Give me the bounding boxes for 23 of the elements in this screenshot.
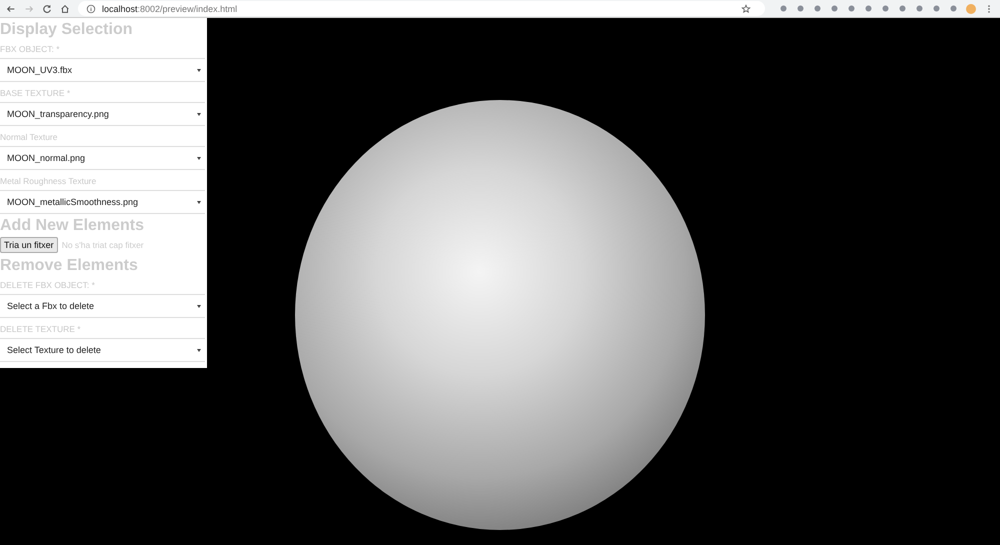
dropdown[interactable]: MOON_transparency.png — [0, 102, 205, 126]
dropdown[interactable]: Select Texture to delete — [0, 338, 205, 362]
info-icon[interactable] — [86, 4, 96, 14]
dropdown[interactable]: MOON_normal.png — [0, 146, 205, 170]
dropdown[interactable]: MOON_UV3.fbx — [0, 58, 205, 82]
dropdown-arrow-icon — [197, 348, 201, 352]
dropdown-arrow-icon — [197, 304, 201, 308]
dropdown-arrow-icon — [197, 68, 201, 72]
dropdown-arrow-icon — [197, 156, 201, 160]
dropdown-arrow-icon — [197, 112, 201, 116]
dropdown-arrow-icon — [197, 200, 201, 204]
url-path: :8002/preview/index.html — [138, 4, 238, 14]
avatar-icon[interactable] — [966, 4, 976, 14]
url-host: localhost — [102, 4, 138, 14]
choose-file-button[interactable]: Tria un fitxer — [0, 237, 58, 253]
address-bar[interactable]: localhost:8002/preview/index.html — [78, 1, 765, 16]
reload-icon[interactable] — [42, 4, 52, 14]
home-icon[interactable] — [60, 4, 70, 14]
back-icon[interactable] — [6, 4, 16, 14]
star-icon[interactable] — [741, 4, 751, 14]
dropdown[interactable]: Select a Fbx to delete — [0, 294, 205, 318]
forward-icon[interactable] — [24, 4, 34, 14]
dropdown[interactable]: MOON_metallicSmoothness.png — [0, 190, 205, 214]
